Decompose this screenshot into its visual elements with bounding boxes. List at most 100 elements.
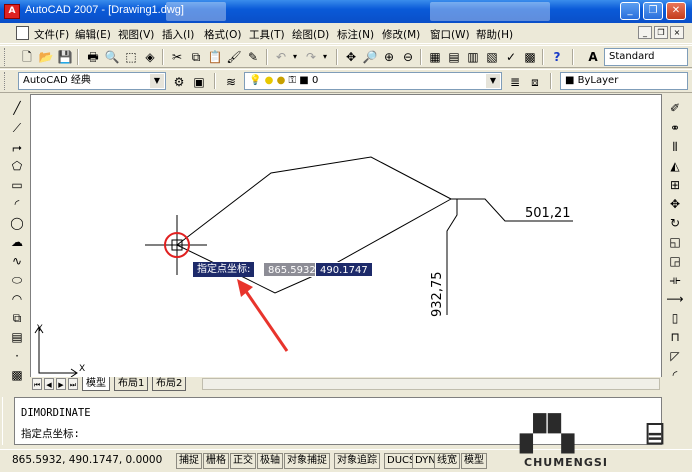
block-editor-icon[interactable]: ✎: [244, 48, 262, 66]
move-icon[interactable]: ✥: [666, 196, 684, 213]
copy-object-icon[interactable]: ⚭: [666, 120, 684, 137]
point-icon[interactable]: ·: [8, 348, 26, 365]
drawing-area[interactable]: 501,21 932,75 Y X 指定点坐标: 865.5932 490.17…: [30, 94, 662, 378]
plot-icon[interactable]: 🖶: [84, 48, 102, 66]
extend-icon[interactable]: ⟶: [666, 291, 684, 308]
menu-help[interactable]: 帮助(H): [476, 27, 513, 42]
horizontal-scrollbar[interactable]: [202, 378, 660, 390]
hatch-icon[interactable]: ▩: [8, 367, 26, 384]
next-tab-icon[interactable]: ▶: [56, 378, 66, 390]
rotate-icon[interactable]: ↻: [666, 215, 684, 232]
break-icon[interactable]: ▯: [666, 310, 684, 327]
properties-icon[interactable]: ▦: [426, 48, 444, 66]
redo-dropdown-icon[interactable]: ▾: [316, 48, 334, 66]
zoom-realtime-icon[interactable]: 🔎: [361, 48, 379, 66]
chamfer-icon[interactable]: ◸: [666, 348, 684, 365]
tool-palettes-icon[interactable]: ▥: [464, 48, 482, 66]
menu-view[interactable]: 视图(V): [118, 27, 154, 42]
join-icon[interactable]: ⊓: [666, 329, 684, 346]
dimension-text-vertical[interactable]: 932,75: [430, 272, 445, 318]
prev-tab-icon[interactable]: ◀: [44, 378, 54, 390]
revision-cloud-icon[interactable]: ☁: [8, 234, 26, 251]
circle-icon[interactable]: ◯: [8, 215, 26, 232]
dimension-text-horizontal[interactable]: 501,21: [525, 206, 571, 221]
polyline-icon[interactable]: ⮣: [8, 139, 26, 156]
toolbar-grip[interactable]: [4, 48, 7, 66]
close-button[interactable]: ✕: [666, 2, 686, 20]
tab-model[interactable]: 模型: [82, 377, 110, 391]
workspace-save-icon[interactable]: ▣: [190, 73, 208, 91]
cut-icon[interactable]: ✂: [168, 48, 186, 66]
last-tab-icon[interactable]: ⏭: [68, 378, 78, 390]
coordinate-readout[interactable]: 865.5932, 490.1747, 0.0000: [12, 454, 162, 466]
polygon-icon[interactable]: ⬠: [8, 158, 26, 175]
make-block-icon[interactable]: ▤: [8, 329, 26, 346]
workspace-settings-icon[interactable]: ⚙: [170, 73, 188, 91]
layer-previous-icon[interactable]: ⧈: [526, 73, 544, 91]
polar-toggle[interactable]: 极轴: [257, 453, 283, 469]
paste-icon[interactable]: 📋: [206, 48, 224, 66]
make-current-layer-icon[interactable]: ≣: [506, 73, 524, 91]
menu-insert[interactable]: 插入(I): [162, 27, 194, 42]
ortho-toggle[interactable]: 正交: [230, 453, 256, 469]
polyline-upper[interactable]: [176, 156, 452, 246]
menu-modify[interactable]: 修改(M): [382, 27, 420, 42]
publish-icon[interactable]: ⬚: [122, 48, 140, 66]
arc-icon[interactable]: ◜: [8, 196, 26, 213]
menu-format[interactable]: 格式(O): [204, 27, 241, 42]
otrack-toggle[interactable]: 对象追踪: [334, 453, 380, 469]
first-tab-icon[interactable]: ⏮: [32, 378, 42, 390]
erase-icon[interactable]: ✐: [666, 100, 684, 117]
dim-leader-vertical[interactable]: [446, 199, 458, 315]
tab-layout1[interactable]: 布局1: [114, 377, 149, 391]
markup-icon[interactable]: ✓: [502, 48, 520, 66]
osnap-toggle[interactable]: 对象捕捉: [284, 453, 330, 469]
document-icon[interactable]: [16, 26, 29, 40]
minimize-button[interactable]: _: [620, 2, 640, 20]
dynamic-input-y-field[interactable]: 490.1747: [315, 262, 373, 277]
insert-block-icon[interactable]: ⧉: [8, 310, 26, 327]
dynamic-input-x-field[interactable]: 865.5932: [263, 262, 321, 277]
rectangle-icon[interactable]: ▭: [8, 177, 26, 194]
zoom-window-icon[interactable]: ⊕: [380, 48, 398, 66]
save-icon[interactable]: 💾: [56, 48, 74, 66]
doc-minimize-button[interactable]: _: [638, 26, 652, 39]
help-icon[interactable]: ?: [548, 48, 566, 66]
ellipse-arc-icon[interactable]: ◠: [8, 291, 26, 308]
ellipse-icon[interactable]: ⬭: [8, 272, 26, 289]
layer-manager-icon[interactable]: ≋: [222, 73, 240, 91]
stretch-icon[interactable]: ◲: [666, 253, 684, 270]
text-style-dropdown[interactable]: Standard: [604, 48, 688, 66]
menu-tools[interactable]: 工具(T): [249, 27, 285, 42]
grid-toggle[interactable]: 栅格: [203, 453, 229, 469]
text-style-icon[interactable]: A: [584, 48, 602, 66]
mirror-icon[interactable]: ⫴: [666, 139, 684, 156]
line-icon[interactable]: ╱: [8, 100, 26, 117]
layer-dropdown[interactable]: 💡 ● ● ⚿ ■ 0 ▼: [244, 72, 502, 90]
match-properties-icon[interactable]: 🖌: [225, 48, 243, 66]
trim-icon[interactable]: ⟛: [666, 272, 684, 289]
zoom-previous-icon[interactable]: ⊖: [399, 48, 417, 66]
autocad-app-icon[interactable]: A: [4, 4, 20, 19]
pan-icon[interactable]: ✥: [342, 48, 360, 66]
construction-line-icon[interactable]: ⟋: [8, 120, 26, 137]
calculator-icon[interactable]: ▩: [521, 48, 539, 66]
restore-button[interactable]: ❐: [643, 2, 663, 20]
menu-file[interactable]: 文件(F): [34, 27, 69, 42]
doc-restore-button[interactable]: ❐: [654, 26, 668, 39]
workspace-dropdown[interactable]: AutoCAD 经典 ▼: [18, 72, 166, 90]
open-icon[interactable]: 📂: [37, 48, 55, 66]
menu-dimension[interactable]: 标注(N): [337, 27, 374, 42]
copy-icon[interactable]: ⧉: [187, 48, 205, 66]
tab-layout2[interactable]: 布局2: [152, 377, 187, 391]
fillet-icon[interactable]: ◜: [666, 367, 684, 384]
design-center-icon[interactable]: ▤: [445, 48, 463, 66]
color-dropdown[interactable]: ■ ByLayer: [560, 72, 688, 90]
spline-icon[interactable]: ∿: [8, 253, 26, 270]
command-prompt-line[interactable]: 指定点坐标:: [21, 426, 80, 441]
menu-window[interactable]: 窗口(W): [430, 27, 470, 42]
menu-draw[interactable]: 绘图(D): [292, 27, 329, 42]
command-window-grip[interactable]: [2, 397, 12, 445]
sheet-set-icon[interactable]: ▧: [483, 48, 501, 66]
plot-preview-icon[interactable]: 🔍: [103, 48, 121, 66]
